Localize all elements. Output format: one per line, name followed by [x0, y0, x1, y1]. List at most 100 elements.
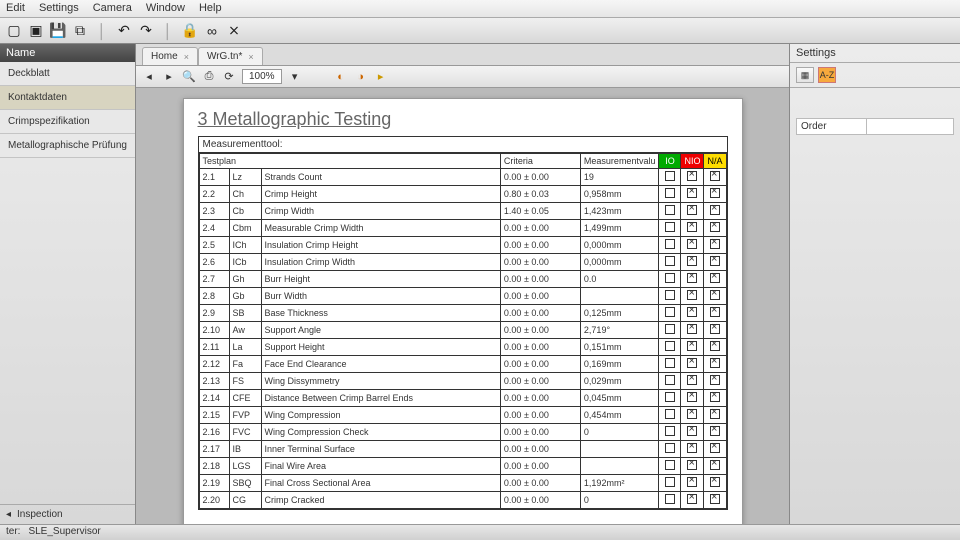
io-checkbox[interactable]	[665, 290, 675, 300]
io-checkbox[interactable]	[665, 307, 675, 317]
nio-checkbox[interactable]	[687, 256, 697, 266]
na-checkbox[interactable]	[710, 409, 720, 419]
play-icon[interactable]: ▸	[374, 70, 388, 84]
print-icon[interactable]: ⎙	[202, 70, 216, 84]
na-checkbox[interactable]	[710, 273, 720, 283]
nio-checkbox[interactable]	[687, 205, 697, 215]
zoom-out-icon[interactable]: ◐	[334, 70, 348, 84]
lock-icon[interactable]: 🔒	[180, 21, 200, 41]
undo-icon[interactable]: ↶	[114, 21, 134, 41]
table-row: 2.19SBQFinal Cross Sectional Area0.00 ± …	[199, 475, 726, 492]
nio-checkbox[interactable]	[687, 188, 697, 198]
na-checkbox[interactable]	[710, 290, 720, 300]
next-page-icon[interactable]: ▸	[162, 70, 176, 84]
io-checkbox[interactable]	[665, 273, 675, 283]
nio-checkbox[interactable]	[687, 426, 697, 436]
na-checkbox[interactable]	[710, 307, 720, 317]
na-checkbox[interactable]	[710, 443, 720, 453]
io-checkbox[interactable]	[665, 358, 675, 368]
io-checkbox[interactable]	[665, 324, 675, 334]
sidebar-item[interactable]: Crimpspezifikation	[0, 110, 135, 134]
nio-checkbox[interactable]	[687, 307, 697, 317]
nio-checkbox[interactable]	[687, 477, 697, 487]
io-checkbox[interactable]	[665, 222, 675, 232]
menu-help[interactable]: Help	[199, 2, 222, 15]
menu-window[interactable]: Window	[146, 2, 185, 15]
redo-icon[interactable]: ↷	[136, 21, 156, 41]
sidebar-item[interactable]: Kontaktdaten	[0, 86, 135, 110]
io-checkbox[interactable]	[665, 375, 675, 385]
na-checkbox[interactable]	[710, 392, 720, 402]
na-checkbox[interactable]	[710, 239, 720, 249]
sidebar-footer[interactable]: ◂ Inspection	[0, 504, 135, 524]
io-checkbox[interactable]	[665, 205, 675, 215]
na-checkbox[interactable]	[710, 375, 720, 385]
refresh-icon[interactable]: ⟳	[222, 70, 236, 84]
save-icon[interactable]: 💾	[48, 21, 68, 41]
zoom-in-icon[interactable]: ◑	[354, 70, 368, 84]
chevron-down-icon[interactable]: ▾	[288, 70, 302, 84]
io-checkbox[interactable]	[665, 443, 675, 453]
io-checkbox[interactable]	[665, 239, 675, 249]
na-checkbox[interactable]	[710, 171, 720, 181]
paper-viewport[interactable]: 3 Metallographic Testing Measurementtool…	[136, 88, 789, 524]
save-all-icon[interactable]: ⧉	[70, 21, 90, 41]
menu-camera[interactable]: Camera	[93, 2, 132, 15]
io-checkbox[interactable]	[665, 494, 675, 504]
na-checkbox[interactable]	[710, 341, 720, 351]
grid-icon[interactable]: ▦	[796, 67, 814, 83]
nio-checkbox[interactable]	[687, 409, 697, 419]
io-checkbox[interactable]	[665, 426, 675, 436]
na-checkbox[interactable]	[710, 494, 720, 504]
na-checkbox[interactable]	[710, 205, 720, 215]
nio-checkbox[interactable]	[687, 222, 697, 232]
zoom-input[interactable]: 100%	[242, 69, 282, 84]
na-checkbox[interactable]	[710, 256, 720, 266]
na-checkbox[interactable]	[710, 188, 720, 198]
na-checkbox[interactable]	[710, 324, 720, 334]
table-row: 2.16FVCWing Compression Check0.00 ± 0.00…	[199, 424, 726, 441]
io-checkbox[interactable]	[665, 171, 675, 181]
search-icon[interactable]: 🔍	[182, 70, 196, 84]
tab-doc[interactable]: WrG.tn* ×	[198, 47, 263, 65]
menu-edit[interactable]: Edit	[6, 2, 25, 15]
io-checkbox[interactable]	[665, 256, 675, 266]
close-icon[interactable]: ×	[248, 52, 253, 62]
property-value[interactable]	[867, 119, 953, 134]
na-checkbox[interactable]	[710, 222, 720, 232]
io-checkbox[interactable]	[665, 409, 675, 419]
io-checkbox[interactable]	[665, 460, 675, 470]
unlink-icon[interactable]: ⨯	[224, 21, 244, 41]
nio-checkbox[interactable]	[687, 341, 697, 351]
nio-checkbox[interactable]	[687, 392, 697, 402]
na-checkbox[interactable]	[710, 426, 720, 436]
io-checkbox[interactable]	[665, 188, 675, 198]
nio-checkbox[interactable]	[687, 375, 697, 385]
close-icon[interactable]: ×	[184, 52, 189, 62]
na-checkbox[interactable]	[710, 477, 720, 487]
property-row[interactable]: Order	[796, 118, 954, 135]
nio-checkbox[interactable]	[687, 494, 697, 504]
nio-checkbox[interactable]	[687, 273, 697, 283]
nio-checkbox[interactable]	[687, 239, 697, 249]
na-checkbox[interactable]	[710, 460, 720, 470]
io-checkbox[interactable]	[665, 341, 675, 351]
nio-checkbox[interactable]	[687, 443, 697, 453]
io-checkbox[interactable]	[665, 392, 675, 402]
sort-button[interactable]: A-Z	[818, 67, 836, 83]
prev-page-icon[interactable]: ◂	[142, 70, 156, 84]
nio-checkbox[interactable]	[687, 460, 697, 470]
nio-checkbox[interactable]	[687, 358, 697, 368]
open-icon[interactable]: ▣	[26, 21, 46, 41]
tab-home[interactable]: Home ×	[142, 47, 198, 65]
nio-checkbox[interactable]	[687, 171, 697, 181]
na-checkbox[interactable]	[710, 358, 720, 368]
menu-settings[interactable]: Settings	[39, 2, 79, 15]
io-checkbox[interactable]	[665, 477, 675, 487]
sidebar-item[interactable]: Deckblatt	[0, 62, 135, 86]
nio-checkbox[interactable]	[687, 290, 697, 300]
new-icon[interactable]: ▢	[4, 21, 24, 41]
link-icon[interactable]: ∞	[202, 21, 222, 41]
nio-checkbox[interactable]	[687, 324, 697, 334]
sidebar-item[interactable]: Metallographische Prüfung	[0, 134, 135, 158]
